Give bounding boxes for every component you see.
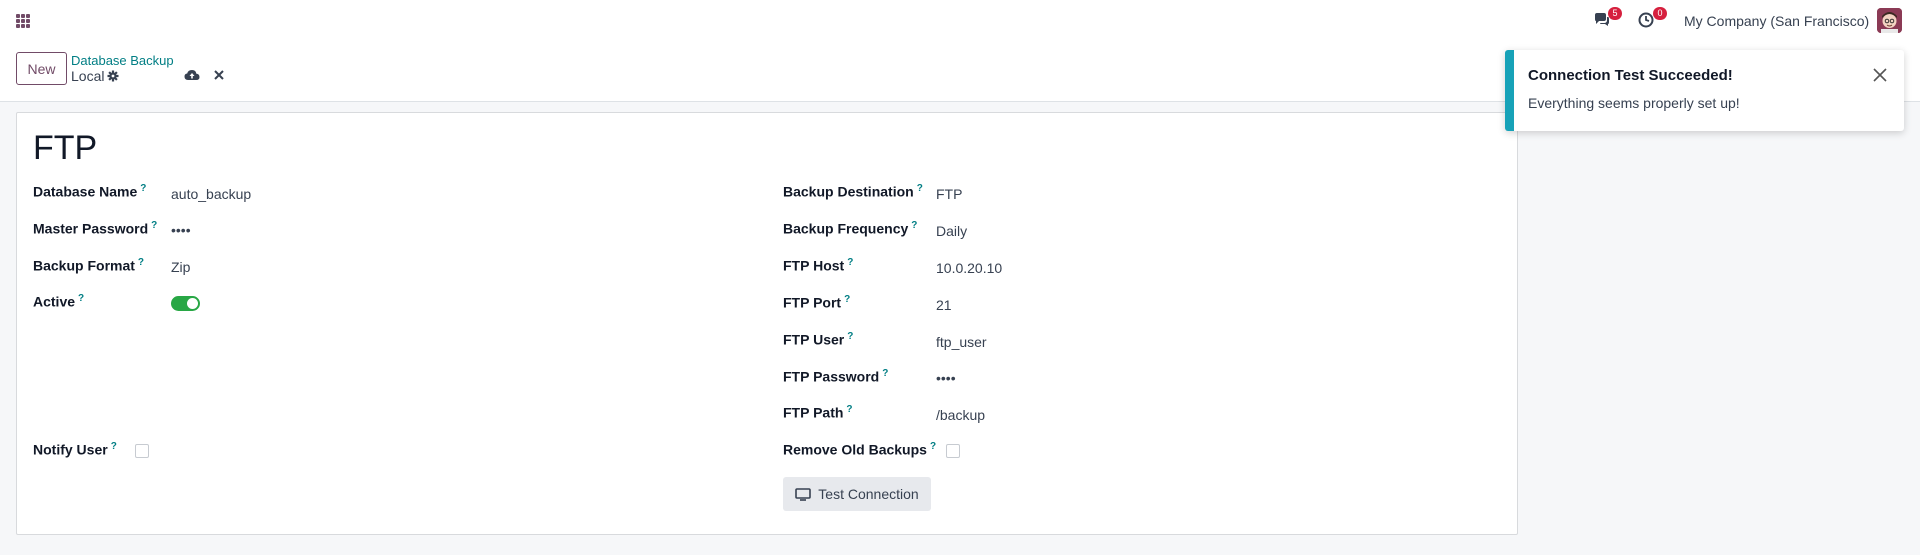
- close-icon: [214, 70, 224, 80]
- help-icon[interactable]: ?: [844, 294, 850, 305]
- database-name-label: Database Name?: [33, 183, 146, 200]
- notification-toast: Connection Test Succeeded! Everything se…: [1505, 50, 1904, 131]
- notification-message: Everything seems properly set up!: [1528, 95, 1740, 111]
- record-title[interactable]: FTP: [33, 129, 97, 168]
- master-password-field[interactable]: ••••: [171, 222, 191, 238]
- active-label: Active?: [33, 293, 84, 310]
- notify-user-checkbox[interactable]: [135, 444, 149, 458]
- database-name-field[interactable]: auto_backup: [171, 186, 251, 202]
- field-label-text: FTP Password: [783, 368, 880, 385]
- ftp-user-label: FTP User?: [783, 331, 853, 348]
- form-sheet: FTP Database Name? auto_backup Master Pa…: [16, 112, 1518, 535]
- new-button[interactable]: New: [16, 52, 67, 85]
- backup-frequency-field[interactable]: Daily: [936, 223, 967, 239]
- remove-old-backups-checkbox[interactable]: [946, 444, 960, 458]
- help-icon[interactable]: ?: [140, 183, 146, 194]
- backup-destination-field[interactable]: FTP: [936, 186, 962, 202]
- close-icon: [1873, 68, 1887, 82]
- activities-button[interactable]: 0: [1638, 7, 1667, 31]
- save-record-button[interactable]: [183, 67, 201, 83]
- breadcrumb-current: Local: [71, 68, 119, 84]
- notification-title: Connection Test Succeeded!: [1528, 67, 1733, 84]
- apps-grid-icon[interactable]: [16, 14, 30, 28]
- breadcrumb-parent-link[interactable]: Database Backup: [71, 53, 174, 68]
- help-icon[interactable]: ?: [911, 220, 917, 231]
- help-icon[interactable]: ?: [78, 293, 84, 304]
- test-connection-label: Test Connection: [818, 486, 919, 502]
- master-password-label: Master Password?: [33, 220, 157, 237]
- backup-destination-label: Backup Destination?: [783, 183, 923, 200]
- backup-format-field[interactable]: Zip: [171, 259, 190, 275]
- help-icon[interactable]: ?: [930, 441, 936, 452]
- help-icon[interactable]: ?: [847, 257, 853, 268]
- ftp-path-field[interactable]: /backup: [936, 407, 985, 423]
- ftp-password-label: FTP Password?: [783, 368, 888, 385]
- help-icon[interactable]: ?: [846, 404, 852, 415]
- company-switcher[interactable]: My Company (San Francisco): [1684, 13, 1869, 29]
- user-avatar-image: [1877, 8, 1902, 33]
- help-icon[interactable]: ?: [111, 441, 117, 452]
- field-label-text: FTP Port: [783, 294, 842, 311]
- field-label-text: FTP User: [783, 331, 845, 348]
- ftp-user-field[interactable]: ftp_user: [936, 334, 987, 350]
- field-label-text: Backup Format: [33, 257, 135, 274]
- top-navbar: 5 0 My Company (San Francisco): [0, 0, 1920, 42]
- field-label-text: Backup Frequency: [783, 220, 909, 237]
- help-icon[interactable]: ?: [882, 368, 888, 379]
- ftp-password-field[interactable]: ••••: [936, 370, 956, 386]
- field-label-text: Backup Destination: [783, 183, 914, 200]
- backup-frequency-label: Backup Frequency?: [783, 220, 917, 237]
- gear-icon[interactable]: [107, 70, 119, 82]
- ftp-port-field[interactable]: 21: [936, 297, 952, 313]
- discard-changes-button[interactable]: [210, 67, 228, 83]
- notification-close-button[interactable]: [1872, 67, 1890, 85]
- ftp-host-label: FTP Host?: [783, 257, 853, 274]
- test-connection-button[interactable]: Test Connection: [783, 477, 931, 511]
- active-toggle[interactable]: [171, 296, 200, 311]
- help-icon[interactable]: ?: [151, 220, 157, 231]
- breadcrumb-current-label: Local: [71, 68, 105, 84]
- field-label-text: Notify User: [33, 441, 108, 458]
- remove-old-backups-label: Remove Old Backups?: [783, 441, 936, 458]
- messages-badge: 5: [1608, 7, 1622, 20]
- backup-format-label: Backup Format?: [33, 257, 144, 274]
- activities-badge: 0: [1653, 7, 1667, 20]
- monitor-icon: [795, 487, 812, 501]
- help-icon[interactable]: ?: [138, 257, 144, 268]
- field-label-text: Active: [33, 293, 76, 310]
- field-label-text: FTP Path: [783, 404, 844, 421]
- field-label-text: FTP Host: [783, 257, 845, 274]
- cloud-upload-icon: [184, 70, 200, 80]
- field-label-text: Master Password: [33, 220, 149, 237]
- field-label-text: Database Name: [33, 183, 138, 200]
- ftp-port-label: FTP Port?: [783, 294, 850, 311]
- notify-user-label: Notify User?: [33, 441, 117, 458]
- messages-button[interactable]: 5: [1593, 7, 1622, 31]
- avatar[interactable]: [1877, 8, 1902, 33]
- help-icon[interactable]: ?: [917, 183, 923, 194]
- field-label-text: Remove Old Backups: [783, 441, 927, 458]
- ftp-host-field[interactable]: 10.0.20.10: [936, 260, 1002, 276]
- help-icon[interactable]: ?: [847, 331, 853, 342]
- ftp-path-label: FTP Path?: [783, 404, 853, 421]
